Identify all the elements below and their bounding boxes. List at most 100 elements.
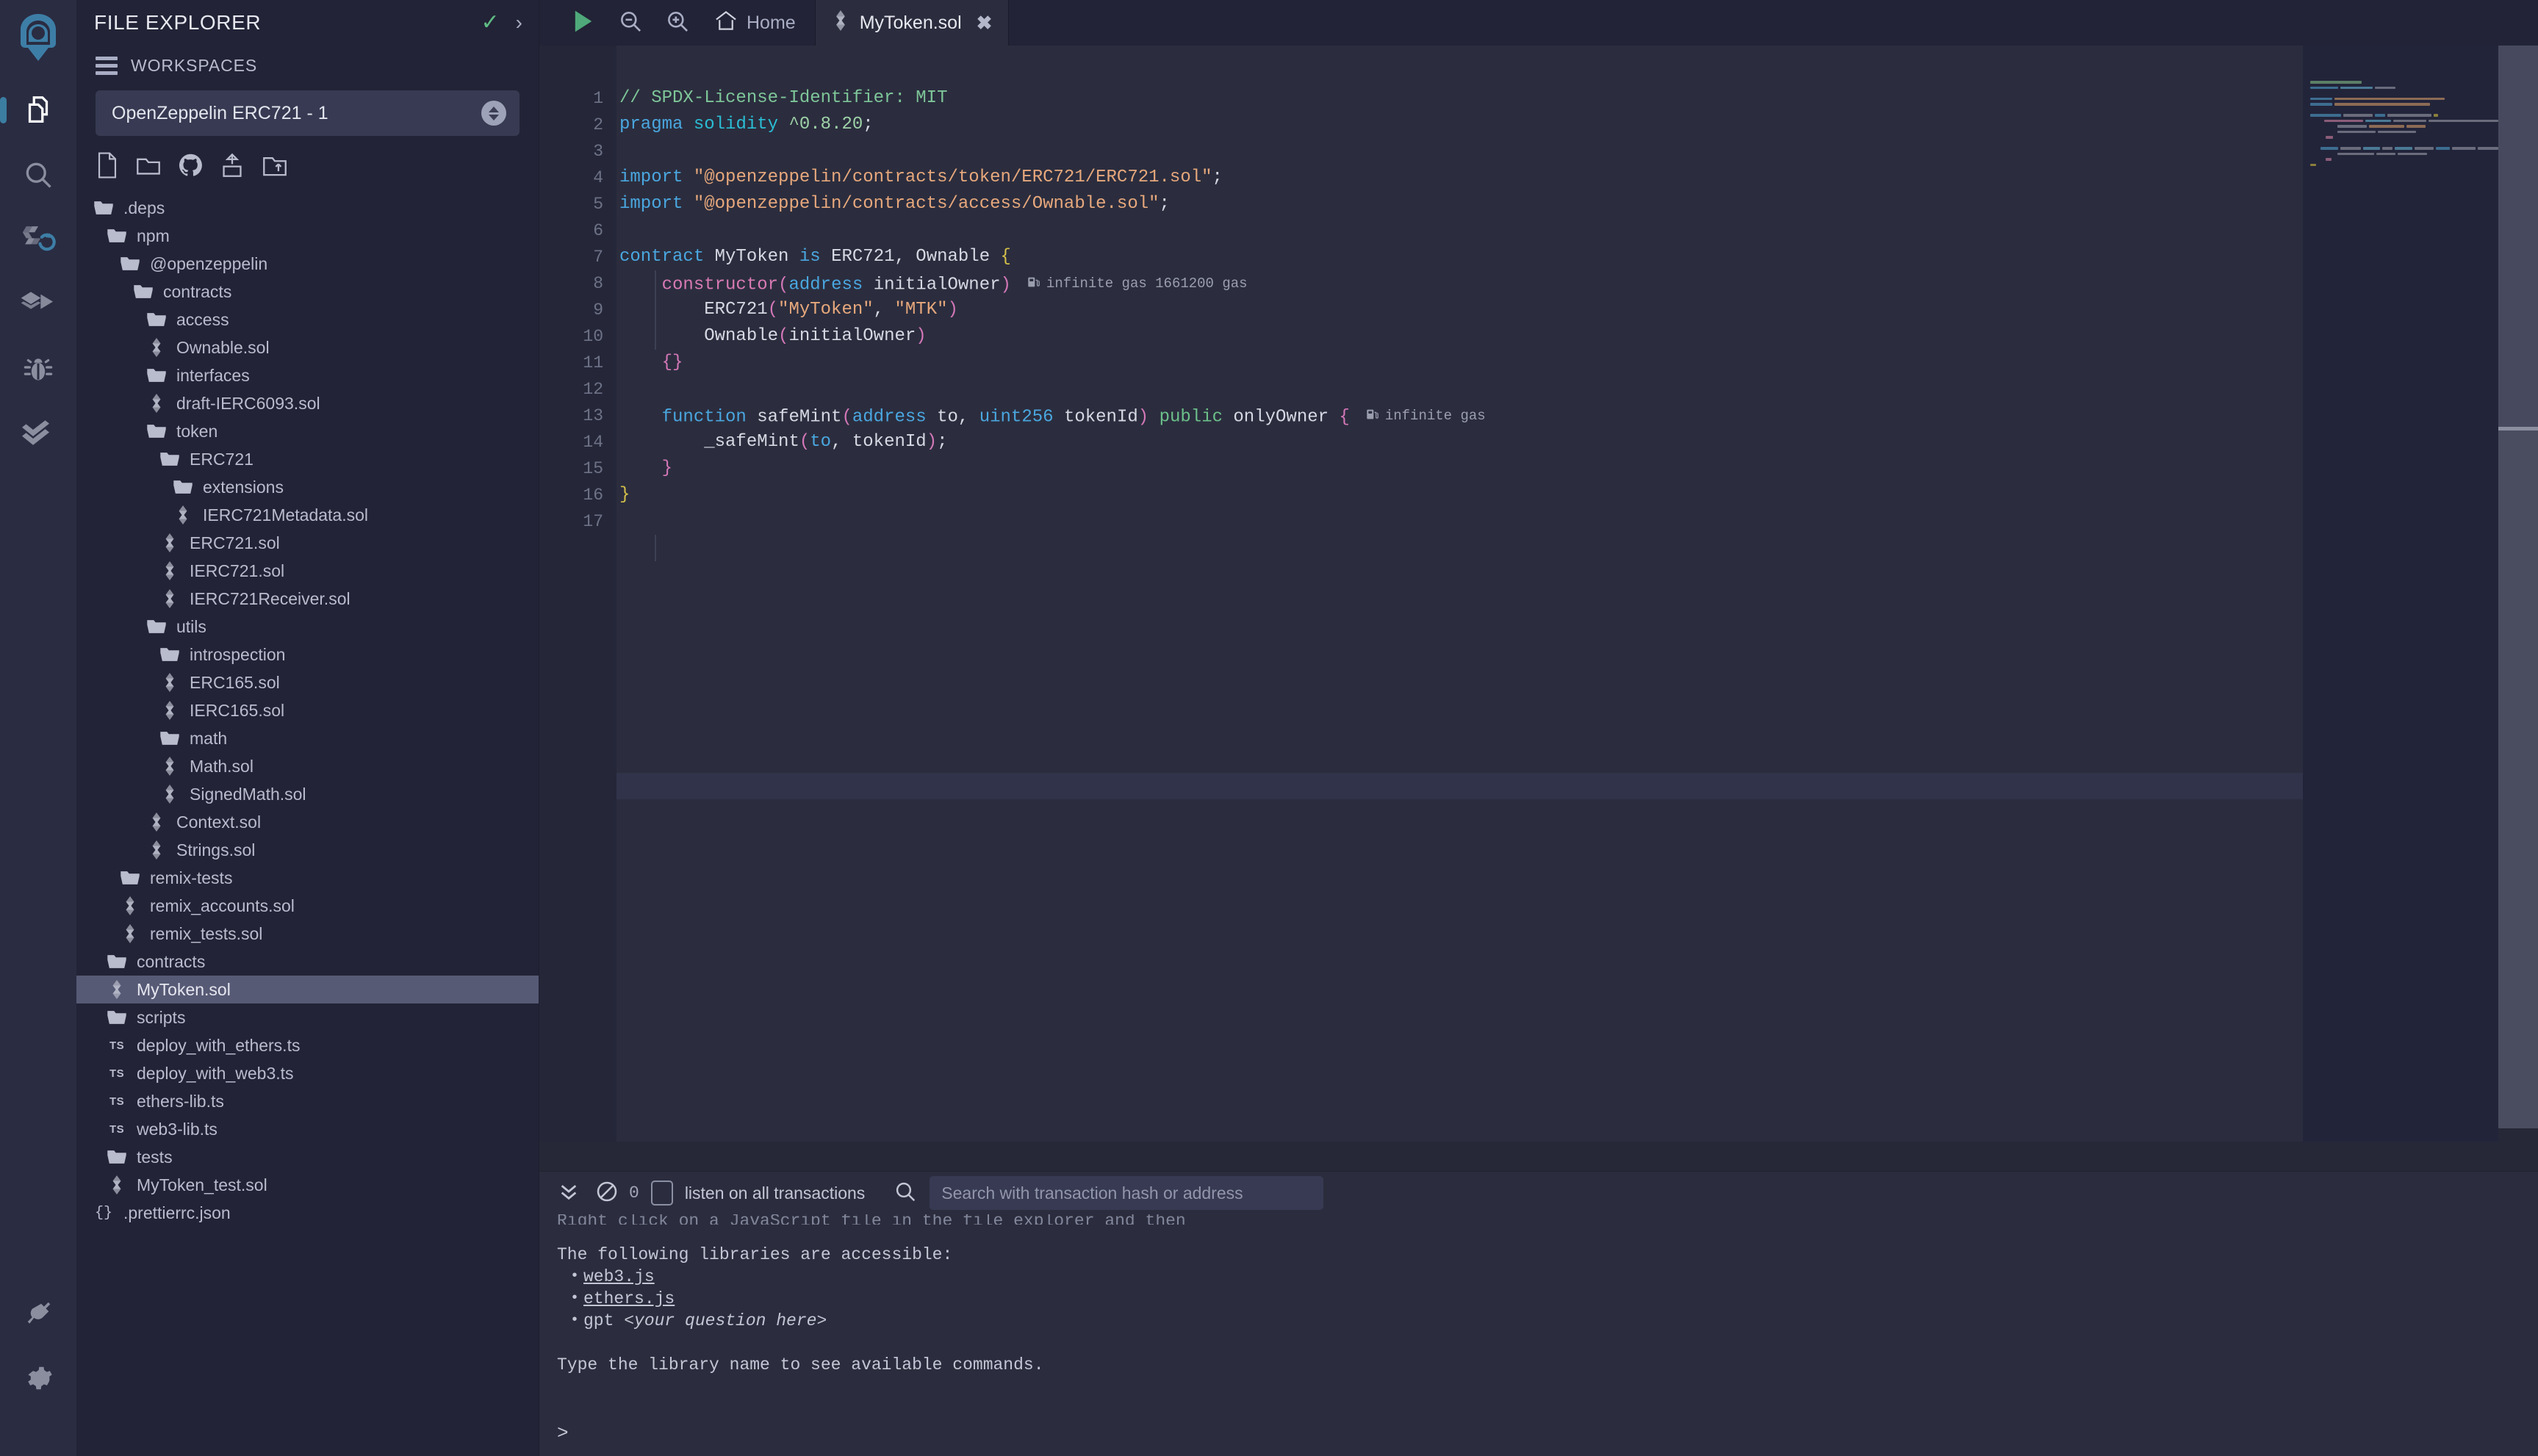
minimap-line <box>2310 118 2498 124</box>
editor-vertical-scrollbar[interactable] <box>2498 46 2538 1171</box>
clear-console-button[interactable] <box>588 1172 626 1214</box>
workspaces-row: WORKSPACES <box>76 46 539 83</box>
transaction-search-input[interactable] <box>930 1176 1324 1210</box>
upload-folder-icon[interactable] <box>262 152 288 182</box>
tree-item[interactable]: npm <box>76 222 539 250</box>
folder-icon <box>104 953 129 970</box>
collapse-terminal-button[interactable] <box>550 1172 588 1214</box>
line-number: 14 <box>583 433 603 452</box>
main-area: Home MyToken.sol ✖ 1 2 3 4 5 6 7 8 9 10 11 12 13 14 1 <box>539 0 2538 1456</box>
tree-item[interactable]: tests <box>76 1143 539 1171</box>
chevron-right-icon[interactable]: › <box>516 12 522 33</box>
tree-item[interactable]: introspection <box>76 641 539 668</box>
zoom-out-button[interactable] <box>607 0 654 46</box>
sidebar-item-unit-testing[interactable] <box>0 401 76 466</box>
panel-header: FILE EXPLORER ✓ › <box>76 0 539 46</box>
tree-item[interactable]: contracts <box>76 948 539 976</box>
tree-item-label: interfaces <box>176 365 250 385</box>
tree-item-label: SignedMath.sol <box>190 784 306 804</box>
publish-gist-icon[interactable] <box>219 152 245 182</box>
remix-logo-icon <box>0 4 76 71</box>
terminal-output[interactable]: Right click on a JavaScript file in the … <box>539 1214 2538 1456</box>
tree-item[interactable]: SignedMath.sol <box>76 780 539 808</box>
minimap-line <box>2310 145 2498 151</box>
tree-item[interactable]: remix_accounts.sol <box>76 892 539 920</box>
folder-icon <box>91 199 116 217</box>
typescript-file-icon: TS <box>109 1095 124 1108</box>
tree-item-selected[interactable]: MyToken.sol <box>76 976 539 1003</box>
tree-item[interactable]: ERC165.sol <box>76 668 539 696</box>
sidebar-item-deploy-run[interactable] <box>0 272 76 336</box>
bug-icon <box>22 353 54 385</box>
tree-item[interactable]: MyToken_test.sol <box>76 1171 539 1199</box>
tree-item[interactable]: utils <box>76 613 539 641</box>
tree-item[interactable]: interfaces <box>76 361 539 389</box>
editor-tab-bar: Home MyToken.sol ✖ <box>539 0 2538 46</box>
tree-item[interactable]: IERC721Receiver.sol <box>76 585 539 613</box>
tree-item-label: .deps <box>123 198 165 217</box>
tree-item[interactable]: IERC165.sol <box>76 696 539 724</box>
search-icon[interactable] <box>894 1181 916 1206</box>
sidebar-item-plugin-manager[interactable] <box>0 1281 76 1346</box>
sidebar-item-solidity-compiler[interactable] <box>0 207 76 272</box>
tree-item[interactable]: scripts <box>76 1003 539 1031</box>
tree-item[interactable]: .deps <box>76 194 539 222</box>
tree-item[interactable]: {} .prettierrc.json <box>76 1199 539 1227</box>
tree-item[interactable]: contracts <box>76 278 539 306</box>
workspace-select[interactable]: OpenZeppelin ERC721 - 1 <box>96 90 520 136</box>
folder-icon <box>144 618 169 635</box>
line-number: 17 <box>583 512 603 531</box>
listen-all-transactions-checkbox[interactable] <box>650 1181 673 1205</box>
tree-item[interactable]: IERC721.sol <box>76 557 539 585</box>
terminal-prompt[interactable]: > <box>557 1422 569 1444</box>
folder-icon <box>144 422 169 440</box>
github-icon[interactable] <box>178 152 203 182</box>
tree-item[interactable]: remix_tests.sol <box>76 920 539 948</box>
minimap-line <box>2310 134 2498 140</box>
code-editor[interactable]: 1 2 3 4 5 6 7 8 9 10 11 12 13 14 15 16 17 // SPDX-Licens… <box>539 46 2538 1171</box>
tree-item[interactable]: @openzeppelin <box>76 250 539 278</box>
deploy-run-icon <box>20 289 57 320</box>
ethersjs-link[interactable]: ethers.js <box>583 1289 675 1308</box>
code-lines: // SPDX-License-Identifier: MIT pragma s… <box>616 85 2538 799</box>
tree-item[interactable]: ERC721 <box>76 445 539 473</box>
tree-item[interactable]: TS web3-lib.ts <box>76 1115 539 1143</box>
line-number: 3 <box>593 142 603 161</box>
new-folder-icon[interactable] <box>135 152 162 182</box>
tree-item[interactable]: token <box>76 417 539 445</box>
web3js-link[interactable]: web3.js <box>583 1267 655 1286</box>
tree-item[interactable]: TS deploy_with_ethers.ts <box>76 1031 539 1059</box>
folder-icon <box>104 1009 129 1026</box>
tree-item[interactable]: Ownable.sol <box>76 334 539 361</box>
check-icon[interactable]: ✓ <box>481 12 500 34</box>
tree-item[interactable]: remix-tests <box>76 864 539 892</box>
code-line-4: import "@openzeppelin/contracts/token/ER… <box>619 167 1223 187</box>
sidebar-item-debugger[interactable] <box>0 336 76 401</box>
scrollbar-thumb[interactable] <box>2498 427 2538 430</box>
run-script-button[interactable] <box>560 0 607 46</box>
tree-item[interactable]: access <box>76 306 539 334</box>
tab-mytoken-sol[interactable]: MyToken.sol ✖ <box>814 0 1010 46</box>
tree-item[interactable]: draft-IERC6093.sol <box>76 389 539 417</box>
sidebar-item-settings[interactable] <box>0 1346 76 1410</box>
tree-item[interactable]: Strings.sol <box>76 836 539 864</box>
tab-home[interactable]: Home <box>701 0 815 46</box>
tree-item[interactable]: Math.sol <box>76 752 539 780</box>
tree-item[interactable]: TS deploy_with_web3.ts <box>76 1059 539 1087</box>
editor-minimap[interactable] <box>2303 46 2498 1171</box>
sidebar-item-file-explorer[interactable] <box>0 78 76 143</box>
tree-item[interactable]: extensions <box>76 473 539 501</box>
hamburger-menu-icon[interactable] <box>96 57 118 75</box>
tree-item[interactable]: ERC721.sol <box>76 529 539 557</box>
zoom-in-button[interactable] <box>654 0 701 46</box>
tree-item[interactable]: IERC721Metadata.sol <box>76 501 539 529</box>
gas-annotation-line-13: infinite gas <box>1366 403 1486 430</box>
sidebar-item-search[interactable] <box>0 143 76 207</box>
tree-item[interactable]: Context.sol <box>76 808 539 836</box>
tree-item[interactable]: TS ethers-lib.ts <box>76 1087 539 1115</box>
code-content[interactable]: // SPDX-License-Identifier: MIT pragma s… <box>616 46 2538 1171</box>
tree-item[interactable]: math <box>76 724 539 752</box>
close-icon[interactable]: ✖ <box>977 12 993 35</box>
code-line-9: ERC721("MyToken", "MTK") <box>704 300 958 320</box>
new-file-icon[interactable] <box>96 152 119 182</box>
